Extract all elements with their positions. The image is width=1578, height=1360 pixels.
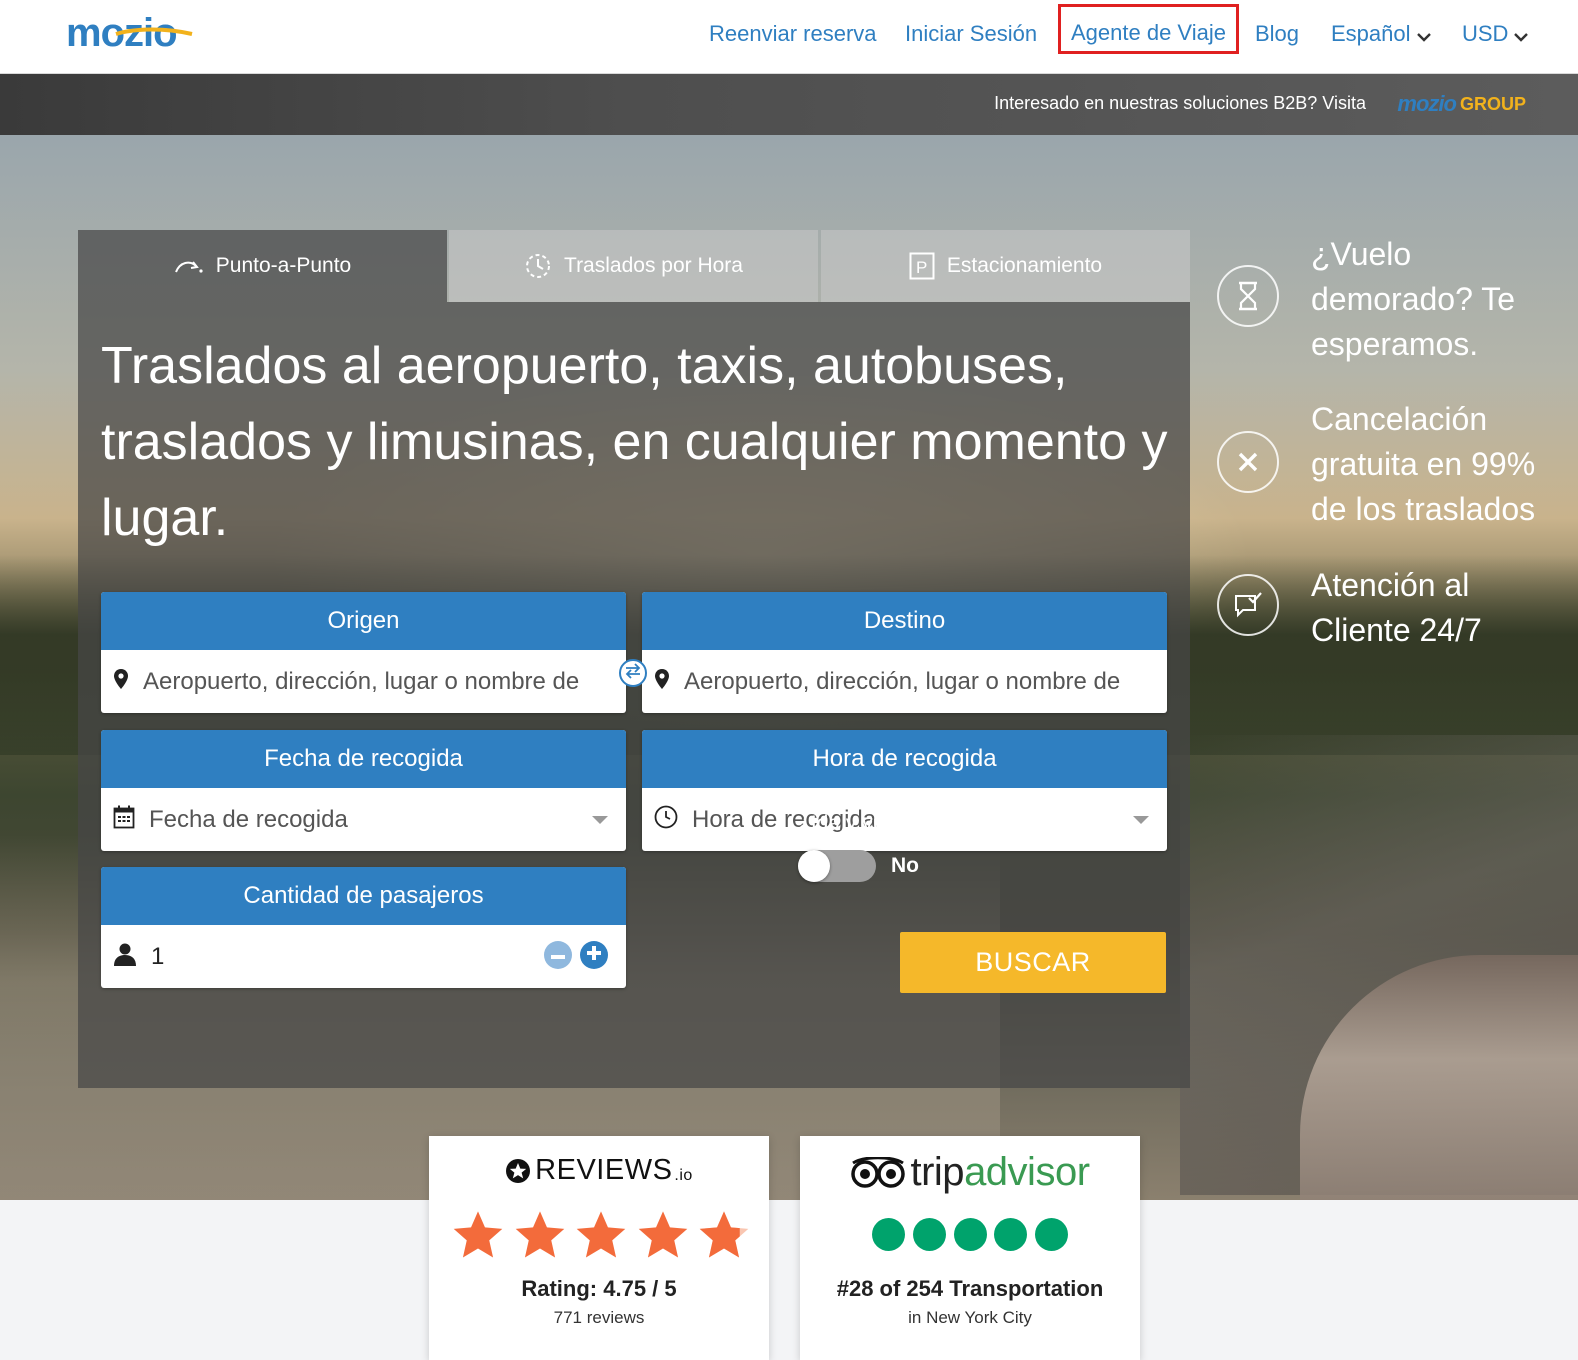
increase-passengers-button[interactable]	[580, 941, 608, 969]
partial-star-icon	[697, 1208, 751, 1272]
destination-input[interactable]: Aeropuerto, dirección, lugar o nombre de	[642, 650, 1167, 713]
destination-label: Destino	[642, 592, 1167, 650]
reviews-brand-text: REVIEWS	[535, 1154, 673, 1186]
mozio-logo[interactable]: mozio	[66, 12, 206, 56]
passengers-input[interactable]: 1	[101, 925, 626, 988]
rating-bubble	[994, 1218, 1028, 1251]
feature-text: ¿Vuelo demorado? Te esperamos.	[1311, 236, 1515, 362]
passengers-label: Cantidad de pasajeros	[101, 867, 626, 925]
round-trip-toggle[interactable]	[798, 850, 876, 882]
mozio-group-logo-mozio: mozio	[1397, 91, 1457, 116]
hourglass-icon	[1217, 265, 1279, 327]
rating-bubble	[1035, 1218, 1068, 1251]
feature-text: Cancelación gratuita en 99% de los trasl…	[1311, 401, 1536, 527]
booking-panel: Punto-a-Punto Traslados por Hora P Estac…	[78, 230, 1190, 1088]
pickup-time-label: Hora de recogida	[642, 730, 1167, 788]
support-chat-icon	[1217, 574, 1279, 636]
toggle-knob	[798, 850, 830, 882]
feature-text: Atención al Cliente 24/7	[1311, 567, 1482, 648]
clock-dashed-icon	[524, 252, 552, 280]
round-trip-state: No	[891, 854, 919, 877]
plus-icon	[587, 945, 601, 965]
rating-bubble	[953, 1218, 987, 1251]
round-trip-label: ¿Ida y vuelta?	[798, 812, 930, 835]
tripadvisor-brand-b: advisor	[964, 1150, 1090, 1194]
passenger-stepper	[544, 941, 608, 969]
rank-text: #28 of 254 Transportation	[836, 1276, 1104, 1301]
review-count: 771 reviews	[553, 1308, 645, 1327]
star-icon	[574, 1208, 628, 1272]
reviews-io-logo: REVIEWS .io	[429, 1154, 769, 1187]
reviews-io-card[interactable]: REVIEWS .io Rating: 4.75 / 5 771 reviews	[429, 1136, 769, 1360]
mozio-group-logo-group: GROUP	[1459, 93, 1526, 114]
chevron-down-icon	[1416, 21, 1431, 49]
b2b-text: Interesado en nuestras soluciones B2B? V…	[994, 93, 1366, 113]
owl-eyes-icon	[850, 1156, 906, 1189]
pickup-date-placeholder: Fecha de recogida	[149, 805, 348, 833]
nav-login[interactable]: Iniciar Sesión	[905, 20, 1037, 48]
tab-label: Traslados por Hora	[564, 254, 743, 277]
svg-text:P: P	[916, 258, 927, 277]
page-title: Traslados al aeropuerto, taxis, autobuse…	[101, 337, 1168, 547]
swap-locations-button[interactable]	[619, 659, 647, 687]
rating-stars	[451, 1208, 751, 1272]
star-icon	[513, 1208, 567, 1272]
top-header: mozio Reenviar reserva Iniciar Sesión Ag…	[0, 0, 1578, 74]
star-circle-icon	[505, 1158, 531, 1184]
tripadvisor-brand-a: trip	[910, 1150, 965, 1194]
language-label: Español	[1331, 21, 1411, 46]
rank-location: in New York City	[908, 1308, 1032, 1327]
language-selector[interactable]: Español	[1331, 20, 1431, 48]
tab-label: Estacionamiento	[946, 254, 1103, 277]
pickup-date-label: Fecha de recogida	[101, 730, 626, 788]
dropdown-caret-icon	[1133, 816, 1149, 824]
person-icon	[113, 942, 137, 971]
tripadvisor-card[interactable]: trip advisor #28 of 254 Transportation in…	[800, 1136, 1140, 1360]
tab-hourly[interactable]: Traslados por Hora	[449, 230, 818, 302]
rating-text: Rating: 4.75 / 5	[521, 1276, 677, 1301]
location-pin-icon	[113, 668, 129, 695]
nav-blog[interactable]: Blog	[1255, 20, 1299, 48]
reviews-brand-suffix: .io	[674, 1166, 693, 1184]
rating-bubbles	[872, 1218, 1068, 1252]
tab-point-to-point[interactable]: Punto-a-Punto	[78, 230, 447, 302]
decrease-passengers-button[interactable]	[544, 941, 572, 969]
search-button[interactable]: BUSCAR	[900, 932, 1166, 993]
swap-arrows-icon	[624, 662, 642, 684]
minus-icon	[551, 946, 565, 964]
dropdown-caret-icon	[592, 816, 608, 824]
cancel-x-icon	[1217, 431, 1279, 493]
origin-field: Origen Aeropuerto, dirección, lugar o no…	[101, 592, 626, 713]
chevron-down-icon	[1514, 21, 1529, 49]
nav-travel-agent[interactable]: Agente de Viaje	[1058, 4, 1239, 54]
nav-resend-booking[interactable]: Reenviar reserva	[709, 20, 877, 48]
tripadvisor-logo: trip advisor	[800, 1150, 1140, 1195]
currency-label: USD	[1462, 21, 1509, 46]
pickup-date-field: Fecha de recogida Fecha de recogida	[101, 730, 626, 851]
tab-label: Punto-a-Punto	[215, 254, 352, 277]
parking-icon: P	[909, 252, 935, 280]
mozio-group-logo[interactable]: mozio GROUP	[1397, 91, 1526, 117]
origin-input[interactable]: Aeropuerto, dirección, lugar o nombre de	[101, 650, 626, 713]
booking-tabs: Punto-a-Punto Traslados por Hora P Estac…	[78, 230, 1190, 302]
destination-field: Destino Aeropuerto, dirección, lugar o n…	[642, 592, 1167, 713]
origin-placeholder: Aeropuerto, dirección, lugar o nombre de	[143, 667, 580, 695]
pickup-date-picker[interactable]: Fecha de recogida	[101, 788, 626, 851]
curved-arrow-icon	[174, 256, 204, 276]
b2b-banner: Interesado en nuestras soluciones B2B? V…	[0, 74, 1578, 135]
calendar-icon	[113, 805, 135, 834]
location-pin-icon	[654, 668, 670, 695]
passengers-field: Cantidad de pasajeros 1	[101, 867, 626, 988]
destination-placeholder: Aeropuerto, dirección, lugar o nombre de	[684, 667, 1121, 695]
clock-icon	[654, 805, 678, 834]
star-icon	[451, 1208, 505, 1272]
star-icon	[636, 1208, 690, 1272]
rating-bubble	[912, 1218, 946, 1251]
currency-selector[interactable]: USD	[1462, 20, 1529, 49]
rating-bubble	[872, 1218, 905, 1251]
bottom-section	[0, 1200, 1578, 1360]
tab-parking[interactable]: P Estacionamiento	[821, 230, 1190, 302]
origin-label: Origen	[101, 592, 626, 650]
